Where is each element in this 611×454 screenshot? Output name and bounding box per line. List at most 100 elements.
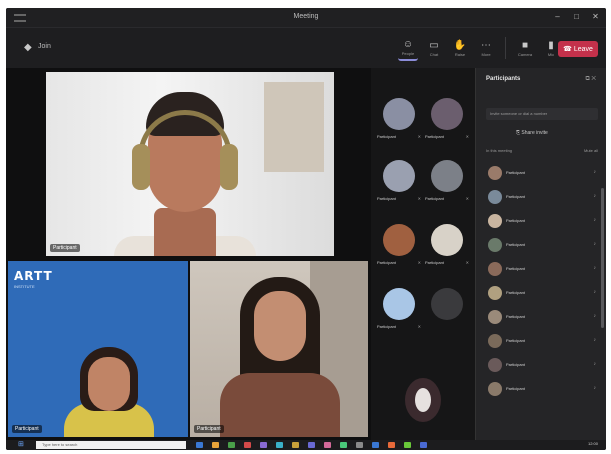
mic-off-icon: ✕ bbox=[465, 134, 469, 139]
taskbar-app-icon[interactable] bbox=[324, 442, 331, 448]
list-item[interactable]: Participant ♪ bbox=[484, 330, 602, 354]
participant-list: Participant ♪ Participant ♪ Participant ♪ P… bbox=[484, 162, 602, 402]
gallery-tile[interactable]: Participant ✕ bbox=[425, 94, 469, 152]
avatar bbox=[488, 190, 502, 204]
panel-scrollbar[interactable] bbox=[601, 188, 604, 328]
avatar bbox=[488, 310, 502, 324]
more-label: More bbox=[481, 51, 491, 57]
mic-off-icon: ✕ bbox=[417, 260, 421, 265]
mic-icon: ♪ bbox=[593, 265, 597, 271]
avatar bbox=[488, 334, 502, 348]
people-icon: ☺ bbox=[402, 38, 414, 50]
raise-label: Raise bbox=[454, 51, 466, 57]
taskbar-app-icon[interactable] bbox=[308, 442, 315, 448]
raise-hand-button[interactable]: ✋ Raise bbox=[450, 35, 470, 61]
logo-mark: ARTT bbox=[14, 269, 53, 283]
mic-icon: ♪ bbox=[593, 385, 597, 391]
video-stage: Participant ARTT INSTITUTE Participant P bbox=[6, 68, 371, 440]
gallery-tile[interactable]: Participant ✕ bbox=[377, 156, 421, 214]
list-item[interactable]: Participant ♪ bbox=[484, 234, 602, 258]
taskbar-app-icon[interactable] bbox=[244, 442, 251, 448]
list-item[interactable]: Participant ♪ bbox=[484, 354, 602, 378]
more-icon: ⋯ bbox=[481, 39, 491, 51]
video-tile-main[interactable]: Participant bbox=[46, 72, 334, 256]
meeting-toolbar: ◆ Join ☺ People ▭ Chat ✋ Raise ⋯ More ■ bbox=[6, 28, 606, 68]
leave-button[interactable]: ☎ Leave bbox=[558, 41, 598, 57]
windows-start-icon[interactable]: ⊞ bbox=[18, 441, 24, 448]
gallery-tile[interactable]: Participant ✕ bbox=[377, 284, 421, 342]
institute-logo: ARTT INSTITUTE bbox=[14, 269, 54, 297]
avatar bbox=[415, 388, 431, 412]
shield-icon: ◆ bbox=[24, 42, 32, 53]
minimize-icon[interactable]: – bbox=[553, 12, 562, 21]
taskbar-app-icon[interactable] bbox=[292, 442, 299, 448]
gallery-tile[interactable]: Participant ✕ bbox=[425, 220, 469, 278]
mic-icon: ♪ bbox=[593, 193, 597, 199]
participant-name: Participant bbox=[506, 386, 525, 391]
close-icon[interactable]: ✕ bbox=[591, 76, 596, 82]
avatar bbox=[488, 238, 502, 252]
phone-icon: ☎ bbox=[563, 46, 572, 53]
list-item[interactable]: Participant ♪ bbox=[484, 258, 602, 282]
taskbar-app-icon[interactable] bbox=[276, 442, 283, 448]
gallery-tile[interactable] bbox=[425, 284, 469, 342]
taskbar-app-icon[interactable] bbox=[228, 442, 235, 448]
camera-button[interactable]: ■ Camera bbox=[515, 35, 535, 61]
chat-button[interactable]: ▭ Chat bbox=[424, 35, 444, 61]
taskbar-app-icon[interactable] bbox=[340, 442, 347, 448]
participant-face bbox=[254, 291, 306, 361]
gallery-tile[interactable]: Participant ✕ bbox=[377, 94, 421, 152]
avatar bbox=[431, 98, 463, 130]
mic-icon: ♪ bbox=[593, 337, 597, 343]
mic-off-icon: ✕ bbox=[465, 196, 469, 201]
avatar bbox=[488, 166, 502, 180]
more-button[interactable]: ⋯ More bbox=[476, 35, 496, 61]
taskbar-app-icon[interactable] bbox=[212, 442, 219, 448]
participant-video-figure bbox=[114, 92, 256, 256]
participant-gallery: Participant ✕ Participant ✕ Participant … bbox=[371, 68, 475, 440]
list-item[interactable]: Participant ♪ bbox=[484, 306, 602, 330]
taskbar-app-icon[interactable] bbox=[196, 442, 203, 448]
participant-name: Participant bbox=[506, 314, 525, 319]
gallery-tile-name: Participant bbox=[425, 260, 444, 265]
gallery-tile[interactable]: Participant ✕ bbox=[377, 220, 421, 278]
raise-hand-icon: ✋ bbox=[453, 39, 467, 51]
mute-all-button[interactable]: Mute all bbox=[584, 148, 598, 153]
avatar bbox=[383, 160, 415, 192]
video-tile-bottom-left[interactable]: ARTT INSTITUTE Participant bbox=[8, 261, 188, 437]
list-item[interactable]: Participant ♪ bbox=[484, 378, 602, 402]
video-tile-bottom-right[interactable]: Participant bbox=[190, 261, 368, 437]
list-item[interactable]: Participant ♪ bbox=[484, 162, 602, 186]
active-speaker-avatar[interactable] bbox=[405, 378, 441, 422]
pop-out-icon[interactable]: ⧉ bbox=[585, 76, 589, 82]
participant-name: Participant bbox=[506, 362, 525, 367]
list-item[interactable]: Participant ♪ bbox=[484, 210, 602, 234]
participant-name: Participant bbox=[506, 242, 525, 247]
chat-icon: ▭ bbox=[429, 39, 439, 51]
share-invite-button[interactable]: ⎘ Share invite bbox=[516, 130, 548, 136]
taskbar-app-icon[interactable] bbox=[260, 442, 267, 448]
taskbar-app-icon[interactable] bbox=[356, 442, 363, 448]
section-header: In this meeting Mute all bbox=[486, 148, 598, 153]
taskbar-app-icon[interactable] bbox=[420, 442, 427, 448]
panel-controls: ⧉ ✕ bbox=[585, 76, 596, 83]
close-icon[interactable]: ✕ bbox=[591, 12, 600, 21]
headphones-left-cup bbox=[132, 144, 150, 190]
taskbar-app-icon[interactable] bbox=[404, 442, 411, 448]
mic-off-icon: ✕ bbox=[417, 324, 421, 329]
drag-handle-icon[interactable] bbox=[14, 14, 26, 22]
camera-icon: ■ bbox=[521, 39, 529, 51]
avatar bbox=[488, 214, 502, 228]
gallery-tile[interactable]: Participant ✕ bbox=[425, 156, 469, 214]
taskbar-app-icon[interactable] bbox=[388, 442, 395, 448]
video-tile-name: Participant bbox=[50, 244, 80, 252]
maximize-icon[interactable]: □ bbox=[572, 12, 581, 21]
avatar bbox=[488, 358, 502, 372]
taskbar-search-input[interactable]: Type here to search bbox=[36, 441, 186, 449]
list-item[interactable]: Participant ♪ bbox=[484, 186, 602, 210]
invite-input[interactable]: Invite someone or dial a number bbox=[486, 108, 598, 120]
list-item[interactable]: Participant ♪ bbox=[484, 282, 602, 306]
avatar bbox=[488, 262, 502, 276]
taskbar-app-icon[interactable] bbox=[372, 442, 379, 448]
people-button[interactable]: ☺ People bbox=[398, 35, 418, 61]
